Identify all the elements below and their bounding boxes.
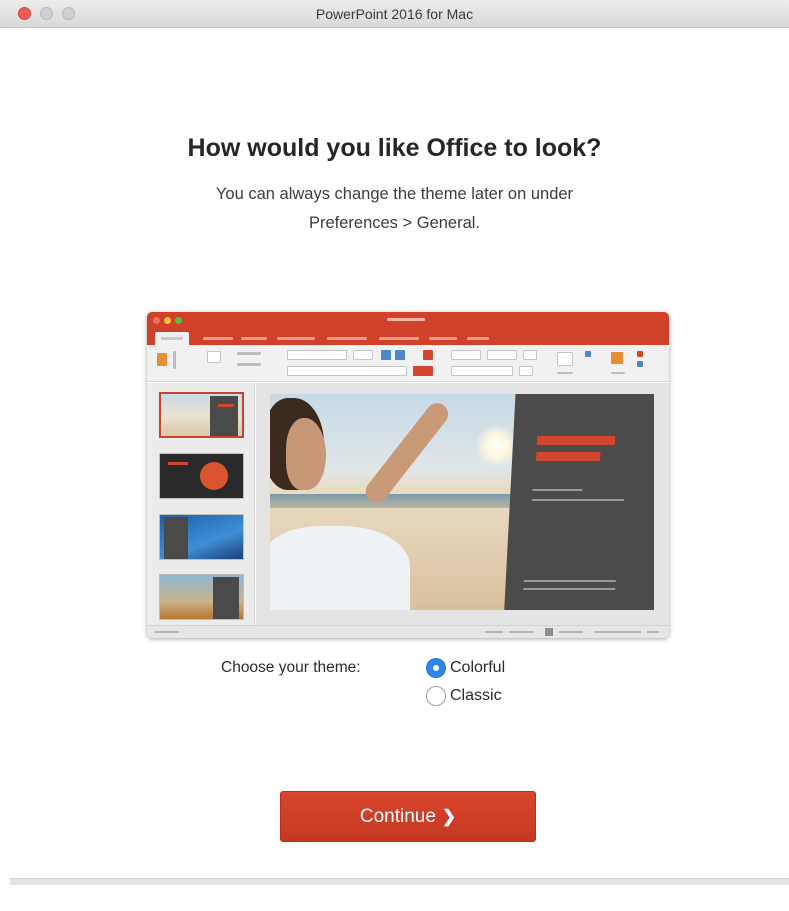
preview-align-box [451, 366, 513, 376]
thumb-pie [200, 462, 228, 490]
preview-title-placeholder [387, 318, 425, 321]
theme-option-classic[interactable]: Classic [426, 686, 502, 706]
thumb-panel [164, 517, 188, 559]
slide-text-line [523, 580, 616, 582]
preview-ribbon-mark [237, 363, 261, 366]
slide-title-bar [536, 452, 601, 461]
preview-ribbon-mark [237, 352, 261, 355]
preview-shape-icon [585, 351, 591, 357]
status-mark [647, 631, 659, 633]
status-mark [155, 631, 179, 633]
preview-ribbon-mark [557, 372, 573, 374]
slide-text-panel [504, 394, 654, 610]
theme-option-colorful[interactable]: Colorful [426, 658, 505, 678]
subtext-line-2: Preferences > General. [308, 214, 481, 232]
preview-ribbon-mark [173, 351, 176, 369]
window-title: PowerPoint 2016 for Mac [315, 6, 474, 22]
preview-picture-icon [557, 352, 573, 366]
preview-dir-box [519, 366, 533, 376]
radio-classic[interactable] [426, 686, 446, 706]
preview-title-bar [147, 312, 669, 345]
preview-indent-box [487, 350, 517, 360]
radio-label-classic[interactable]: Classic [450, 687, 502, 705]
preview-style-icon [637, 361, 643, 367]
preview-tab [467, 337, 489, 340]
thumb-panel [210, 396, 238, 436]
preview-slide-canvas [256, 383, 669, 625]
slide-person-arm [361, 398, 453, 507]
preview-size-box [353, 350, 373, 360]
preview-minimize-dot [164, 317, 171, 324]
status-view-icon [545, 628, 553, 636]
theme-preview-image [147, 312, 669, 638]
thumb-panel [213, 577, 239, 619]
preview-style-icon [637, 351, 643, 357]
preview-grow-icon [381, 350, 391, 360]
preview-thumb-3 [159, 514, 244, 560]
slide-text-line [532, 489, 583, 491]
preview-slide-thumbnails [147, 383, 255, 625]
radio-label-colorful[interactable]: Colorful [450, 659, 505, 677]
subtext-line-1: You can always change the theme later on… [215, 185, 574, 203]
slide-person-body [270, 526, 410, 610]
preview-tab [277, 337, 315, 340]
preview-thumb-1 [159, 392, 244, 438]
chevron-right-icon: ❯ [441, 806, 457, 826]
preview-tab [429, 337, 457, 340]
preview-color-icon [413, 366, 433, 376]
bottom-divider [10, 878, 789, 885]
slide-title-bar [536, 436, 616, 445]
preview-clear-icon [423, 350, 433, 360]
preview-ribbon-mark [611, 372, 625, 374]
preview-slide-icon [207, 351, 221, 363]
page-heading: How would you like Office to look? [187, 134, 602, 162]
slide-person-face [286, 418, 326, 490]
preview-tab-home [155, 332, 189, 345]
preview-format-row [287, 366, 407, 376]
preview-shrink-icon [395, 350, 405, 360]
preview-tab [241, 337, 267, 340]
preview-paste-icon [157, 353, 167, 366]
preview-close-dot [153, 317, 160, 324]
preview-tab [379, 337, 419, 340]
preview-font-box [287, 350, 347, 360]
preview-arrange-icon [611, 352, 623, 364]
preview-list-box [451, 350, 481, 360]
slide-text-line [523, 588, 616, 590]
preview-zoom-dot [175, 317, 182, 324]
thumb-bar [168, 462, 188, 465]
continue-button[interactable]: Continue ❯ [280, 791, 536, 842]
preview-cols-box [523, 350, 537, 360]
preview-slide [270, 394, 654, 610]
status-mark [485, 631, 503, 633]
preview-tab [203, 337, 233, 340]
preview-thumb-2 [159, 453, 244, 499]
preview-ribbon [147, 345, 669, 382]
choose-theme-label: Choose your theme: [221, 659, 361, 676]
title-bar: PowerPoint 2016 for Mac [0, 0, 789, 28]
preview-thumb-4 [159, 574, 244, 620]
radio-colorful[interactable] [426, 658, 446, 678]
slide-text-line [531, 499, 625, 501]
continue-label: Continue [359, 805, 436, 827]
preview-status-bar [147, 625, 669, 638]
thumb-bar [218, 404, 234, 407]
page-subtext: You can always change the theme later on… [0, 180, 789, 238]
status-mark [509, 631, 533, 633]
preview-tab [327, 337, 367, 340]
status-zoom-slider [595, 631, 641, 633]
status-mark [559, 631, 583, 633]
